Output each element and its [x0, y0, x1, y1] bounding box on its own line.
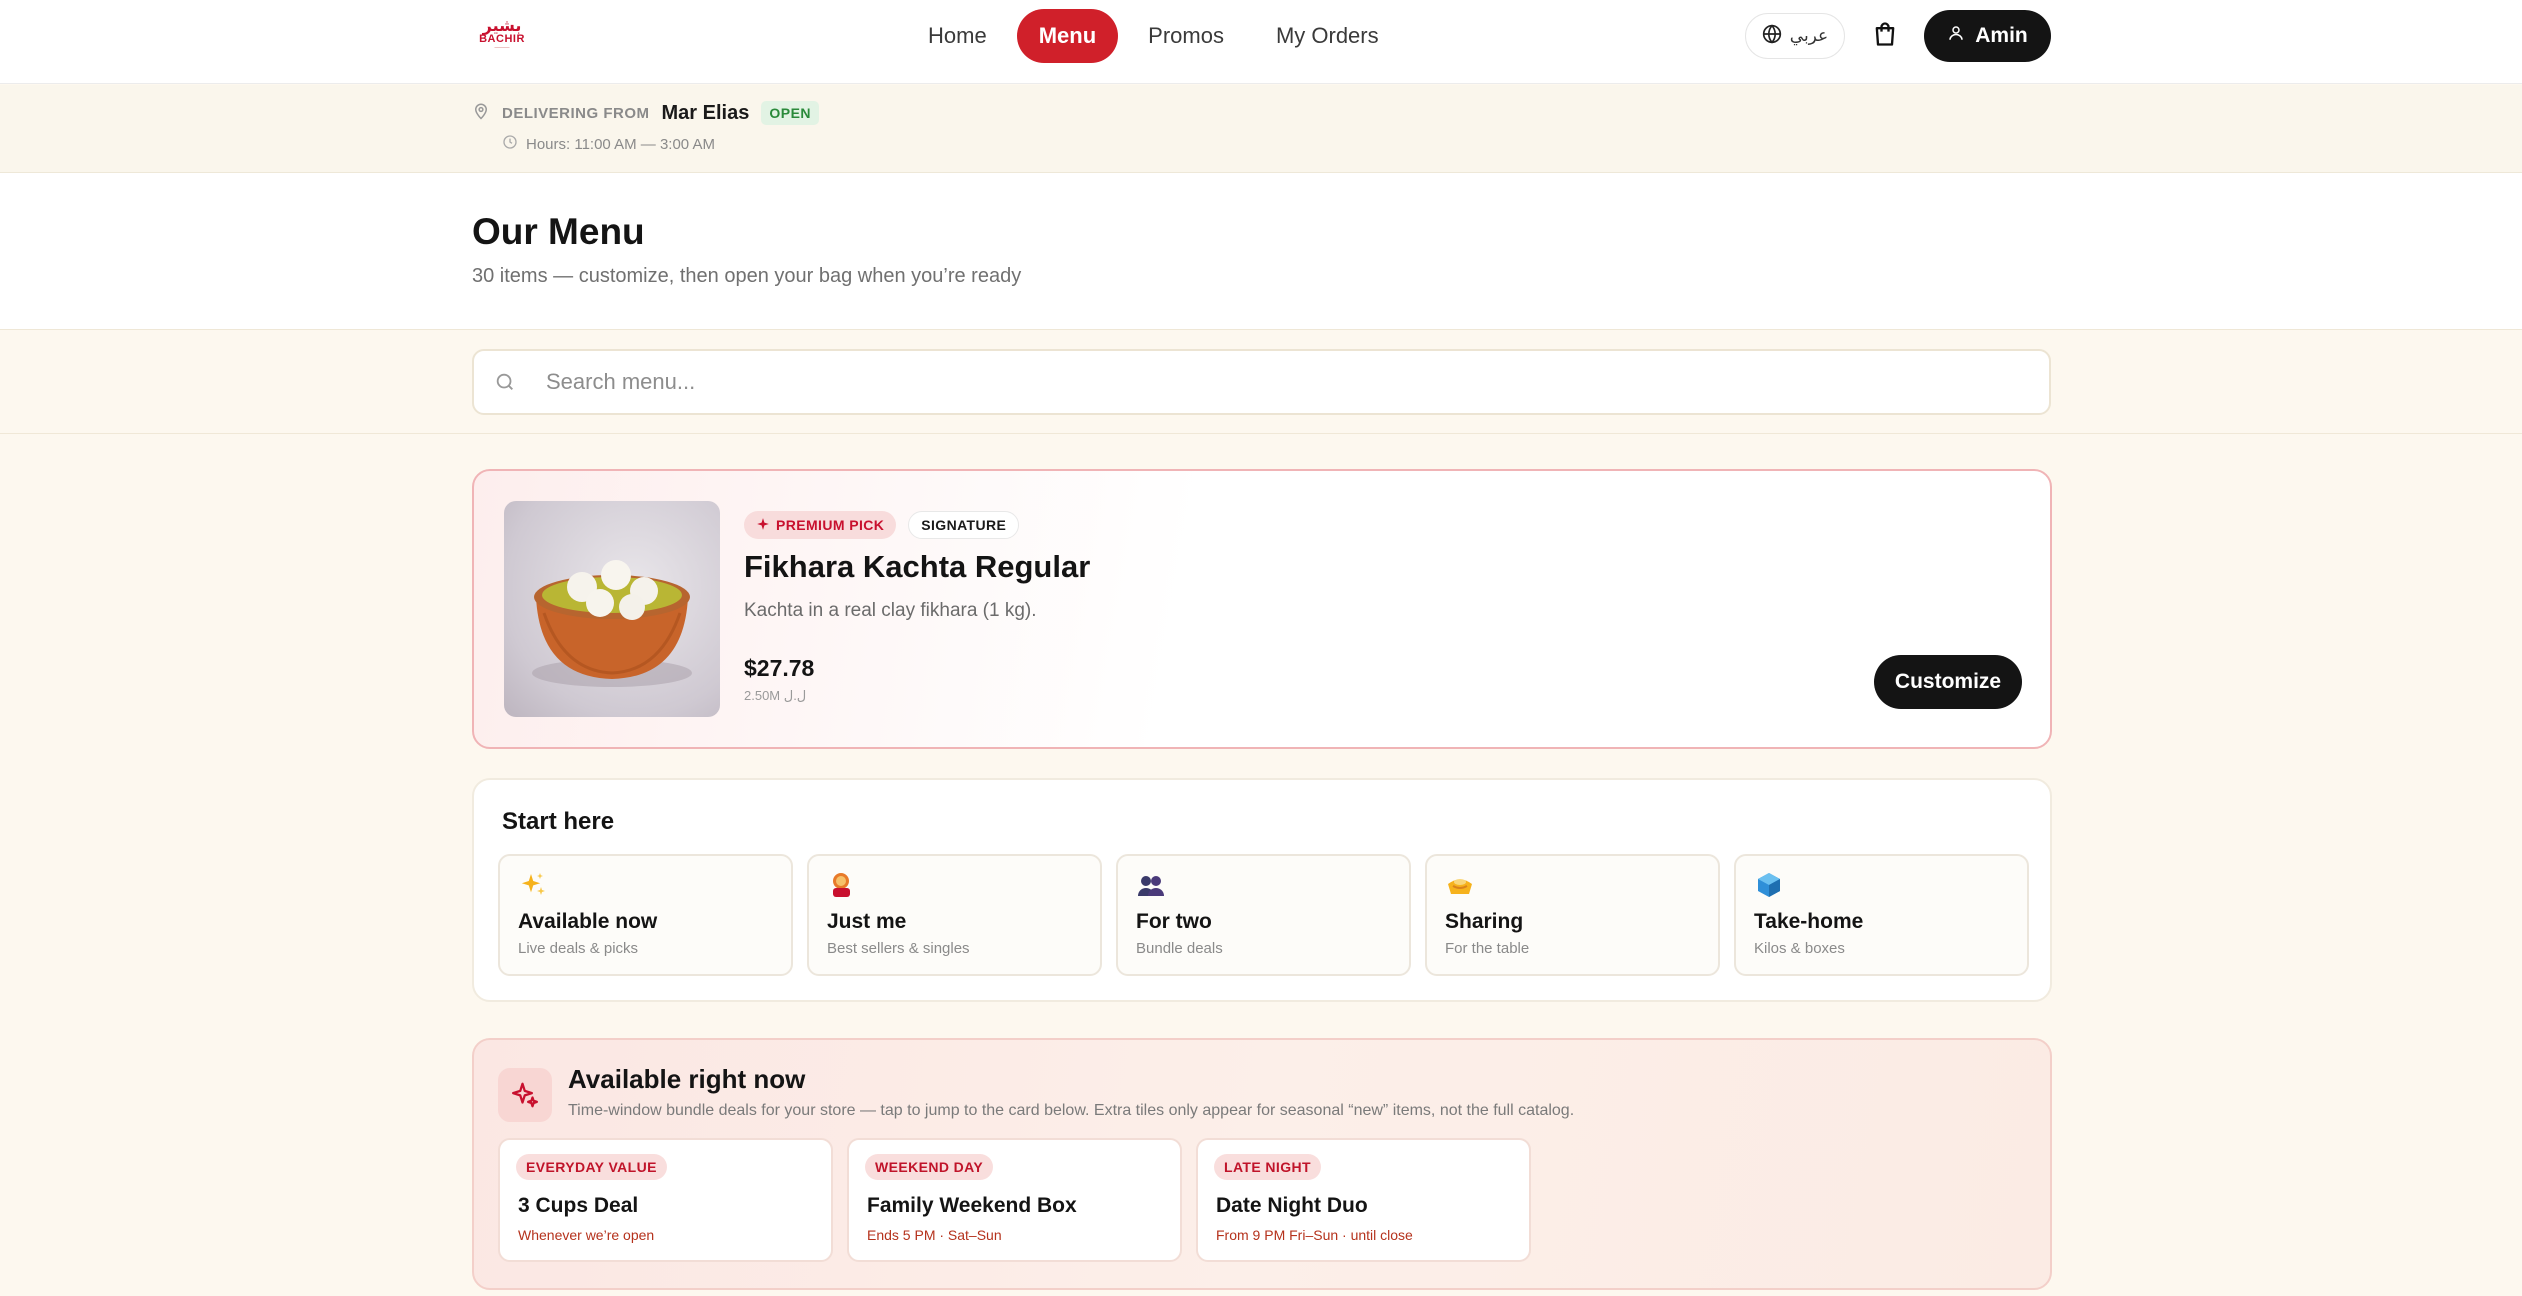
- product-image: [504, 501, 720, 717]
- location-pin-icon: [472, 102, 490, 125]
- deal-availability: Whenever we’re open: [518, 1227, 655, 1243]
- tile-for-two[interactable]: For two Bundle deals: [1116, 854, 1411, 976]
- nav-my-orders[interactable]: My Orders: [1254, 9, 1401, 63]
- tile-sharing[interactable]: Sharing For the table: [1425, 854, 1720, 976]
- tile-take-home[interactable]: Take-home Kilos & boxes: [1734, 854, 2029, 976]
- tile-available-now[interactable]: Available now Live deals & picks: [498, 854, 793, 976]
- nav-promos[interactable]: Promos: [1126, 9, 1246, 63]
- store-name[interactable]: Mar Elias: [662, 102, 750, 125]
- language-label: عربي: [1789, 26, 1829, 46]
- tile-title: Available now: [518, 910, 658, 933]
- start-here-tiles: Available now Live deals & picks Just me…: [498, 854, 2029, 976]
- start-here-section: Start here Available now Live deals & pi…: [472, 778, 2052, 1002]
- tile-title: Take-home: [1754, 910, 1864, 933]
- delivery-store-row: DELIVERING FROM Mar Elias OPEN: [472, 99, 820, 127]
- deal-title: Family Weekend Box: [867, 1194, 1077, 1217]
- language-toggle-button[interactable]: عربي: [1745, 13, 1845, 59]
- main-nav: Home Menu Promos My Orders: [906, 9, 1401, 63]
- tile-title: Just me: [827, 910, 907, 933]
- top-navbar: بشير BACHIR ——— Home Menu Promos My Orde…: [0, 0, 2522, 84]
- deal-card-3-cups[interactable]: EVERYDAY VALUE 3 Cups Deal Whenever we’r…: [498, 1138, 833, 1262]
- tile-subtitle: For the table: [1445, 940, 1530, 957]
- brand-logo[interactable]: بشير BACHIR ———: [478, 14, 526, 54]
- premium-pick-chip: PREMIUM PICK: [744, 511, 897, 539]
- sparkle-icon: [756, 517, 770, 534]
- two-people-icon: [1136, 870, 1166, 900]
- person-icon: [827, 870, 857, 900]
- product-price: $27.78: [744, 655, 815, 681]
- tile-title: Sharing: [1445, 910, 1524, 933]
- menu-header: Our Menu 30 items — customize, then open…: [0, 173, 2522, 330]
- sparkles-icon: [518, 870, 548, 900]
- store-hours-row: Hours: 11:00 AM — 3:00 AM: [502, 133, 715, 155]
- tile-subtitle: Bundle deals: [1136, 940, 1223, 957]
- tile-just-me[interactable]: Just me Best sellers & singles: [807, 854, 1102, 976]
- deal-availability: Ends 5 PM · Sat–Sun: [867, 1227, 1002, 1243]
- available-now-subtitle: Time-window bundle deals for your store …: [568, 1102, 1575, 1119]
- customize-button[interactable]: Customize: [1874, 655, 2022, 709]
- logo-underline: ———: [494, 44, 510, 51]
- page-title: Our Menu: [472, 211, 645, 252]
- product-title: Fikhara Kachta Regular: [744, 549, 1091, 584]
- deal-title: Date Night Duo: [1216, 1194, 1368, 1217]
- nav-menu[interactable]: Menu: [1016, 9, 1119, 63]
- tile-subtitle: Kilos & boxes: [1754, 940, 1845, 957]
- shopping-bag-button[interactable]: [1866, 17, 1904, 55]
- delivering-from-label: DELIVERING FROM: [502, 104, 650, 122]
- search-section: [0, 331, 2522, 434]
- search-icon: [492, 369, 518, 395]
- open-status-badge: OPEN: [761, 101, 820, 125]
- available-now-title: Available right now: [568, 1064, 806, 1094]
- nav-home[interactable]: Home: [906, 9, 1009, 63]
- sharing-icon: [1445, 870, 1475, 900]
- shopping-bag-icon: [1871, 20, 1899, 53]
- premium-pick-card[interactable]: PREMIUM PICK SIGNATURE Fikhara Kachta Re…: [472, 469, 2052, 749]
- premium-pick-label: PREMIUM PICK: [776, 517, 885, 533]
- user-account-button[interactable]: Amin: [1924, 10, 2051, 62]
- product-description: Kachta in a real clay fikhara (1 kg).: [744, 600, 1037, 621]
- tile-subtitle: Best sellers & singles: [827, 940, 970, 957]
- deal-tag: WEEKEND DAY: [865, 1154, 994, 1180]
- deal-tag: LATE NIGHT: [1214, 1154, 1321, 1180]
- deal-availability: From 9 PM Fri–Sun · until close: [1216, 1227, 1413, 1243]
- deal-tiles: EVERYDAY VALUE 3 Cups Deal Whenever we’r…: [498, 1138, 1531, 1262]
- globe-icon: [1762, 23, 1782, 49]
- sparkle-outline-icon: [498, 1068, 552, 1122]
- start-here-title: Start here: [502, 808, 615, 835]
- product-price-lbp: 2.50M ل.ل: [744, 688, 807, 703]
- clock-icon: [502, 134, 518, 154]
- logo-english-text: BACHIR: [479, 32, 525, 45]
- tile-title: For two: [1136, 910, 1212, 933]
- deal-title: 3 Cups Deal: [518, 1194, 639, 1217]
- user-icon: [1947, 24, 1965, 48]
- deal-card-date-night-duo[interactable]: LATE NIGHT Date Night Duo From 9 PM Fri–…: [1196, 1138, 1531, 1262]
- deal-tag: EVERYDAY VALUE: [516, 1154, 667, 1180]
- available-now-section: Available right now Time-window bundle d…: [472, 1038, 2052, 1290]
- delivery-info-bar: DELIVERING FROM Mar Elias OPEN Hours: 11…: [0, 85, 2522, 173]
- store-hours-text: Hours: 11:00 AM — 3:00 AM: [526, 135, 715, 153]
- logo-arabic-text: بشير: [482, 15, 522, 35]
- deal-card-family-weekend-box[interactable]: WEEKEND DAY Family Weekend Box Ends 5 PM…: [847, 1138, 1182, 1262]
- tile-subtitle: Live deals & picks: [518, 940, 639, 957]
- search-bar: [472, 349, 2051, 415]
- box-icon: [1754, 870, 1784, 900]
- premium-chips: PREMIUM PICK SIGNATURE: [744, 511, 1020, 539]
- user-name: Amin: [1975, 24, 2028, 47]
- signature-chip: SIGNATURE: [908, 511, 1020, 539]
- page-subtitle: 30 items — customize, then open your bag…: [472, 265, 1022, 287]
- search-input[interactable]: [546, 369, 1946, 395]
